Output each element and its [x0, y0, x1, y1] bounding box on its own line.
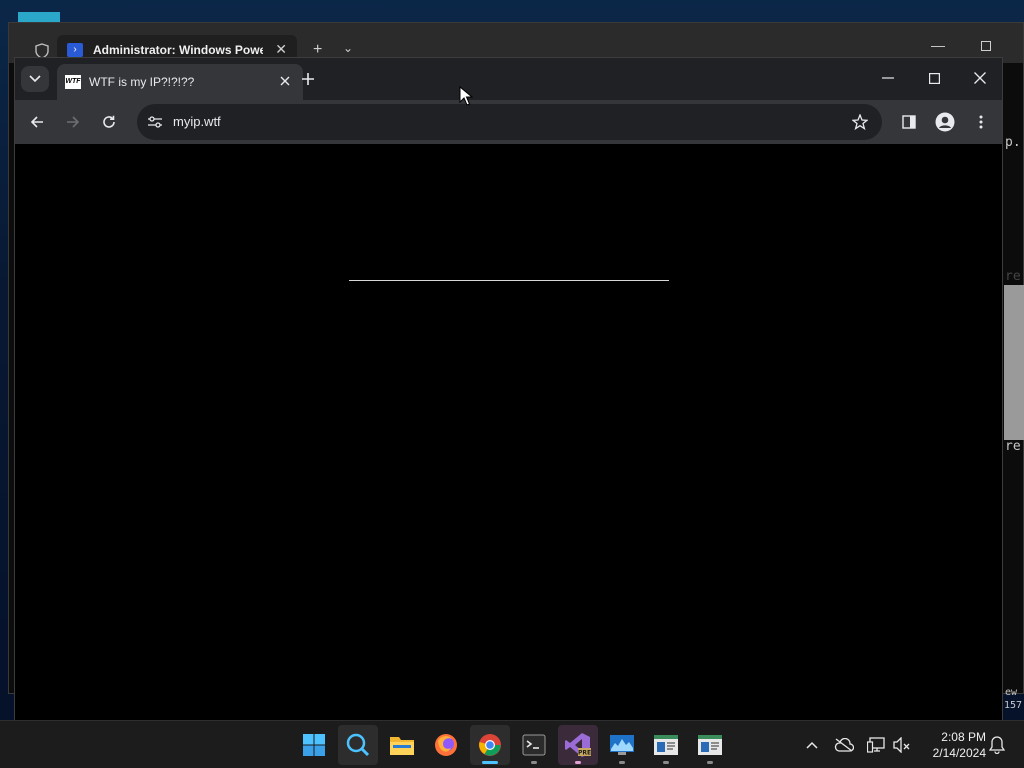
firefox-icon — [435, 734, 457, 756]
clock-date: 2/14/2024 — [932, 746, 986, 760]
browser-toolbar: myip.wtf — [15, 100, 1002, 144]
tab-search-button[interactable] — [21, 66, 49, 92]
powershell-icon: › — [67, 43, 83, 57]
cloud-offline-icon — [834, 738, 854, 752]
network-button[interactable] — [866, 735, 886, 755]
terminal-icon — [522, 734, 546, 756]
forward-button[interactable] — [59, 108, 87, 136]
side-panel-icon — [902, 115, 916, 129]
minimize-button[interactable] — [873, 66, 903, 90]
browser-window[interactable]: WTF WTF is my IP?!?!?? myip.wtf — [14, 57, 1003, 721]
new-tab-button[interactable] — [297, 68, 319, 90]
site-info-icon[interactable] — [145, 112, 165, 132]
address-bar[interactable]: myip.wtf — [137, 104, 882, 140]
terminal-tab-title: Administrator: Windows Powe — [93, 43, 263, 57]
side-panel-button[interactable] — [895, 108, 923, 136]
running-indicator — [619, 761, 625, 764]
terminal-text-fragment: re — [1005, 439, 1021, 454]
running-indicator — [575, 761, 581, 764]
desktop-accent — [18, 12, 60, 22]
visual-studio-icon: PRE — [565, 733, 591, 757]
close-icon — [974, 72, 986, 84]
reload-button[interactable] — [95, 108, 123, 136]
minimize-icon — [882, 77, 894, 79]
arrow-right-icon — [67, 116, 80, 128]
reload-icon — [103, 115, 115, 128]
chrome-button[interactable] — [470, 725, 510, 765]
app-window-button[interactable] — [646, 725, 686, 765]
search-icon — [346, 733, 370, 757]
system-clock[interactable]: 2:08 PM 2/14/2024 — [918, 729, 986, 761]
tab-active[interactable]: WTF WTF is my IP?!?!?? — [57, 64, 303, 100]
show-hidden-icons-button[interactable] — [802, 735, 822, 755]
maximize-icon — [928, 72, 940, 84]
folder-icon — [390, 737, 414, 755]
onedrive-button[interactable] — [834, 735, 854, 755]
close-icon[interactable]: ✕ — [275, 41, 287, 58]
app-window-button[interactable] — [690, 725, 730, 765]
bell-icon — [989, 736, 1005, 754]
page-viewport[interactable] — [15, 144, 1002, 721]
back-button[interactable] — [23, 108, 51, 136]
app-window-icon — [654, 735, 678, 755]
chrome-icon — [479, 734, 501, 756]
speaker-muted-icon — [893, 737, 910, 753]
start-button[interactable] — [294, 725, 334, 765]
network-icon — [867, 737, 885, 753]
profile-icon — [935, 112, 955, 132]
clock-time: 2:08 PM — [941, 730, 986, 744]
svg-text:PRE: PRE — [578, 750, 591, 757]
monitor-chart-icon — [610, 735, 634, 755]
running-indicator — [531, 761, 537, 764]
notifications-button[interactable] — [987, 735, 1007, 755]
favicon-icon: WTF — [65, 75, 81, 89]
close-window-button[interactable] — [965, 66, 995, 90]
app-window-icon — [698, 735, 722, 755]
bookmark-star-icon[interactable] — [850, 112, 870, 132]
mouse-cursor-icon — [459, 86, 473, 106]
close-icon[interactable] — [277, 73, 293, 89]
profile-button[interactable] — [931, 108, 959, 136]
running-indicator — [707, 761, 713, 764]
terminal-text-fragment: re — [1005, 269, 1021, 284]
tab-strip: WTF WTF is my IP?!?!?? — [15, 58, 1002, 100]
terminal-text-fragment: ew — [1005, 687, 1018, 698]
running-indicator — [482, 761, 498, 764]
resource-monitor-button[interactable] — [602, 725, 642, 765]
chevron-down-icon[interactable]: ⌄ — [343, 41, 353, 55]
tab-title: WTF is my IP?!?!?? — [89, 75, 195, 89]
windows-logo-icon — [303, 734, 325, 756]
arrow-left-icon — [30, 116, 43, 128]
terminal-selection — [1004, 285, 1024, 440]
page-divider — [349, 280, 669, 281]
maximize-button[interactable] — [919, 66, 949, 90]
menu-button[interactable] — [967, 108, 995, 136]
more-vertical-icon — [979, 115, 983, 129]
visual-studio-button[interactable]: PRE — [558, 725, 598, 765]
firefox-button[interactable] — [426, 725, 466, 765]
taskbar: PRE 2:08 PM 2/14/2024 — [0, 720, 1024, 768]
search-button[interactable] — [338, 725, 378, 765]
terminal-text-fragment: p. — [1005, 135, 1021, 150]
terminal-button[interactable] — [514, 725, 554, 765]
url-text[interactable]: myip.wtf — [173, 114, 221, 129]
volume-button[interactable] — [892, 735, 912, 755]
file-explorer-button[interactable] — [382, 725, 422, 765]
running-indicator — [663, 761, 669, 764]
chevron-down-icon — [29, 75, 41, 83]
terminal-text-fragment: 157 — [1004, 700, 1023, 711]
chevron-up-icon — [806, 741, 818, 749]
plus-icon — [302, 73, 314, 85]
minimize-icon[interactable]: — — [931, 37, 945, 53]
maximize-icon[interactable] — [981, 41, 991, 51]
